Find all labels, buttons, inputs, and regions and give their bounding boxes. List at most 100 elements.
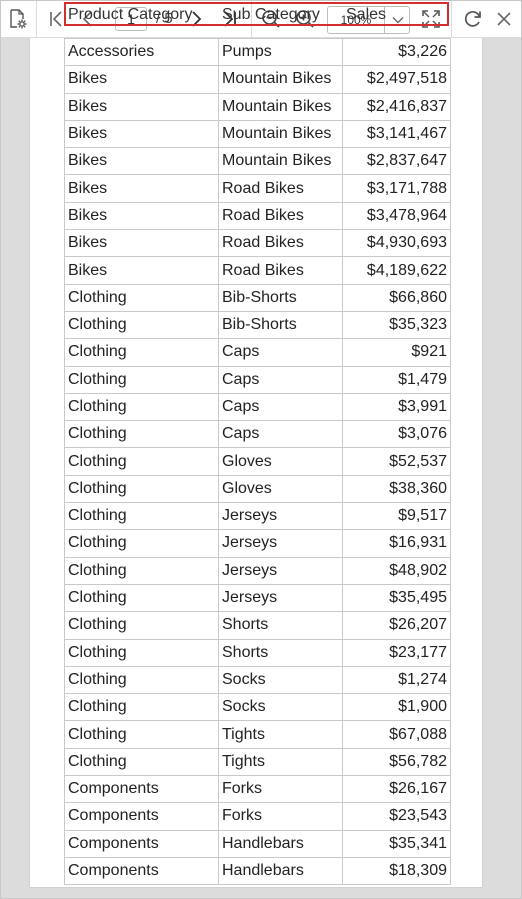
cell-product-category: Clothing xyxy=(64,502,219,531)
table-row: Bikes Mountain Bikes $2,497,518 xyxy=(64,65,451,94)
table-row: Components Handlebars $18,309 xyxy=(64,856,451,886)
cell-product-category: Bikes xyxy=(64,147,219,176)
table-row: Clothing Caps $3,076 xyxy=(64,420,451,449)
cell-sub-category: Caps xyxy=(218,420,343,449)
cell-sales: $3,226 xyxy=(342,38,451,67)
cell-product-category: Clothing xyxy=(64,747,219,777)
cell-product-category: Components xyxy=(64,775,219,804)
cell-sub-category: Shorts xyxy=(218,638,343,667)
cell-sub-category: Mountain Bikes xyxy=(218,65,343,94)
table-row: Components Forks $23,543 xyxy=(64,802,451,831)
report-viewport[interactable]: Accessories Pumps $3,226 Bikes Mountain Bike… xyxy=(1,38,521,898)
cell-sub-category: Tights xyxy=(218,720,343,749)
table-row: Bikes Road Bikes $3,478,964 xyxy=(64,201,451,231)
cell-product-category: Clothing xyxy=(64,447,219,476)
table-row: Clothing Bib-Shorts $66,860 xyxy=(64,283,451,312)
table-row: Clothing Jerseys $48,902 xyxy=(64,556,451,585)
cell-sub-category: Jerseys xyxy=(218,583,343,613)
table-row: Clothing Caps $921 xyxy=(64,338,451,367)
cell-product-category: Clothing xyxy=(64,583,219,613)
cell-sales: $48,902 xyxy=(342,556,451,585)
total-pages-label: / 5 xyxy=(156,10,173,27)
table-row: Clothing Socks $1,274 xyxy=(64,665,451,695)
table-row: Clothing Jerseys $35,495 xyxy=(64,583,451,613)
sales-table: Accessories Pumps $3,226 Bikes Mountain Bike… xyxy=(64,38,451,886)
cell-product-category: Clothing xyxy=(64,611,219,640)
report-page: Accessories Pumps $3,226 Bikes Mountain Bike… xyxy=(30,38,482,887)
cell-sales: $3,076 xyxy=(342,420,451,449)
export-settings-icon xyxy=(10,9,27,29)
cell-sales: $3,478,964 xyxy=(342,201,451,231)
cell-sales: $66,860 xyxy=(342,283,451,312)
cell-sub-category: Caps xyxy=(218,392,343,422)
close-button[interactable] xyxy=(491,7,517,31)
cell-product-category: Bikes xyxy=(64,229,219,258)
cell-sub-category: Pumps xyxy=(218,38,343,67)
table-row: Components Forks $26,167 xyxy=(64,775,451,804)
zoom-dropdown-button[interactable] xyxy=(384,7,411,33)
cell-sub-category: Forks xyxy=(218,802,343,831)
cell-product-category: Clothing xyxy=(64,665,219,695)
fit-page-button[interactable] xyxy=(418,7,444,31)
cell-sales: $52,537 xyxy=(342,447,451,476)
table-row: Clothing Gloves $52,537 xyxy=(64,447,451,476)
cell-sales: $26,167 xyxy=(342,775,451,804)
cell-sales: $4,189,622 xyxy=(342,256,451,285)
cell-sales: $921 xyxy=(342,338,451,367)
table-row: Clothing Tights $56,782 xyxy=(64,747,451,777)
cell-product-category: Clothing xyxy=(64,638,219,667)
cell-sub-category: Road Bikes xyxy=(218,201,343,231)
zoom-out-button[interactable] xyxy=(258,7,284,31)
cell-sales: $16,931 xyxy=(342,529,451,558)
cell-sub-category: Forks xyxy=(218,775,343,804)
cell-sales: $2,416,837 xyxy=(342,92,451,121)
table-row: Clothing Jerseys $9,517 xyxy=(64,502,451,531)
cell-sub-category: Socks xyxy=(218,693,343,722)
cell-sub-category: Jerseys xyxy=(218,529,343,558)
cell-product-category: Bikes xyxy=(64,92,219,121)
export-settings-button[interactable] xyxy=(5,7,31,31)
cell-sales: $1,900 xyxy=(342,693,451,722)
cell-product-category: Clothing xyxy=(64,283,219,312)
table-row: Bikes Road Bikes $4,930,693 xyxy=(64,229,451,258)
table-row: Components Handlebars $35,341 xyxy=(64,829,451,858)
cell-sub-category: Tights xyxy=(218,747,343,777)
cell-sales: $3,171,788 xyxy=(342,174,451,203)
cell-sales: $2,497,518 xyxy=(342,65,451,94)
refresh-button[interactable] xyxy=(460,7,486,31)
cell-product-category: Clothing xyxy=(64,338,219,367)
first-page-icon xyxy=(50,11,62,27)
first-page-button[interactable] xyxy=(43,7,69,31)
cell-product-category: Clothing xyxy=(64,310,219,340)
zoom-select[interactable]: 100% xyxy=(327,6,410,34)
cell-product-category: Components xyxy=(64,802,219,831)
table-row: Clothing Gloves $38,360 xyxy=(64,474,451,504)
cell-product-category: Bikes xyxy=(64,201,219,231)
chevron-down-icon xyxy=(392,17,404,24)
previous-page-icon xyxy=(82,11,92,27)
cell-sub-category: Bib-Shorts xyxy=(218,283,343,312)
refresh-icon xyxy=(464,11,481,27)
table-row: Clothing Jerseys $16,931 xyxy=(64,529,451,558)
cell-sales: $2,837,647 xyxy=(342,147,451,176)
toolbar-separator xyxy=(36,1,37,37)
cell-sub-category: Road Bikes xyxy=(218,256,343,285)
previous-page-button[interactable] xyxy=(75,7,101,31)
cell-sales: $1,479 xyxy=(342,365,451,394)
cell-product-category: Bikes xyxy=(64,119,219,149)
table-row: Bikes Mountain Bikes $3,141,467 xyxy=(64,119,451,149)
cell-sub-category: Gloves xyxy=(218,474,343,504)
cell-product-category: Clothing xyxy=(64,365,219,394)
cell-product-category: Clothing xyxy=(64,474,219,504)
table-row: Clothing Bib-Shorts $35,323 xyxy=(64,310,451,340)
cell-sub-category: Socks xyxy=(218,665,343,695)
cell-sales: $23,177 xyxy=(342,638,451,667)
viewer-toolbar: 1 / 5 100% xyxy=(1,1,521,38)
cell-sales: $35,341 xyxy=(342,829,451,858)
current-page-input[interactable]: 1 xyxy=(115,7,147,31)
table-row: Accessories Pumps $3,226 xyxy=(64,38,451,67)
zoom-in-button[interactable] xyxy=(292,7,318,31)
last-page-button[interactable] xyxy=(217,7,243,31)
next-page-button[interactable] xyxy=(183,7,209,31)
table-row: Bikes Mountain Bikes $2,416,837 xyxy=(64,92,451,121)
